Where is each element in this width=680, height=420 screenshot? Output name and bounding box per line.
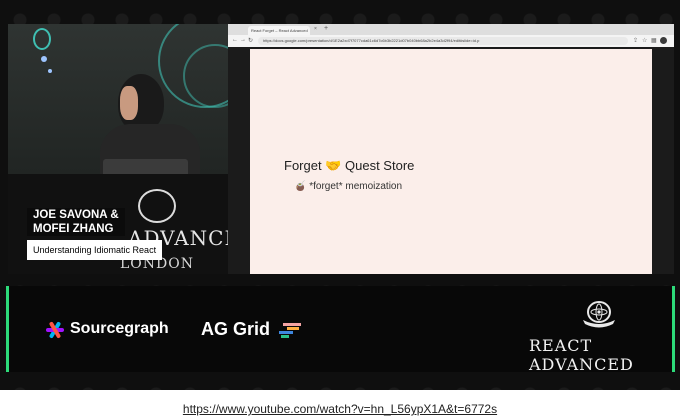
presentation-slide: Forget 🤝 Quest Store 🧉 *forget* memoizat… — [250, 49, 652, 274]
browser-toolbar: ← → ↻ https://docs.google.com/presentati… — [228, 35, 674, 47]
forward-icon[interactable]: → — [240, 37, 246, 43]
sourcegraph-logo-icon — [46, 321, 64, 339]
browser-tab[interactable]: React Forget – React Advanced — [248, 26, 310, 35]
react-advanced-logo-icon — [138, 189, 176, 223]
mural-shape — [33, 28, 51, 50]
react-advanced-emblem-icon — [583, 301, 615, 328]
mural-dot — [48, 69, 52, 73]
slide-heading-left: Forget — [284, 158, 322, 173]
star-icon[interactable]: ☆ — [642, 37, 647, 44]
speaker-name-card: JOE SAVONA & MOFEI ZHANG — [27, 208, 125, 236]
back-icon[interactable]: ← — [232, 37, 238, 43]
speaker-face — [120, 86, 138, 120]
slide-bullet: 🧉 *forget* memoization — [294, 181, 402, 192]
video-frame: ADVANCED LONDON JOE SAVONA & MOFEI ZHANG… — [0, 0, 680, 390]
aggrid-logo-icon — [279, 323, 301, 338]
bullet-emoji-icon: 🧉 — [294, 181, 307, 192]
speaker-names-line1: JOE SAVONA & — [33, 209, 119, 221]
tab-strip: React Forget – React Advanced × + — [228, 24, 674, 35]
sourcegraph-name: Sourcegraph — [70, 320, 169, 337]
reload-icon[interactable]: ↻ — [248, 37, 253, 44]
browser-window: React Forget – React Advanced × + ← → ↻ … — [228, 24, 674, 274]
profile-avatar[interactable] — [660, 37, 667, 44]
address-bar[interactable]: https://docs.google.com/presentation/d/1… — [258, 37, 628, 45]
aggrid-name: AG Grid — [201, 319, 271, 339]
slide-heading: Forget 🤝 Quest Store — [284, 158, 414, 174]
slide-bullet-text: *forget* memoization — [309, 181, 403, 192]
handshake-emoji-icon: 🤝 — [325, 158, 342, 173]
react-advanced-name: REACT ADVANCED — [529, 336, 634, 374]
share-icon[interactable]: ⇪ — [633, 37, 638, 44]
speaker-names-line2: MOFEI ZHANG — [33, 223, 114, 235]
slide-heading-right: Quest Store — [345, 158, 415, 173]
talk-title: Understanding Idiomatic React — [27, 240, 163, 260]
extensions-icon[interactable]: ▦ — [651, 37, 657, 44]
youtube-link[interactable]: https://www.youtube.com/watch?v=hn_L56yp… — [0, 402, 680, 416]
tab-close-icon[interactable]: × — [314, 26, 317, 32]
speaker-video: ADVANCED LONDON — [8, 24, 228, 274]
mural-dot — [41, 56, 47, 62]
new-tab-button[interactable]: + — [324, 25, 328, 32]
sponsor-bar: Sourcegraph AG Grid REACT ADVANCED — [6, 286, 675, 374]
